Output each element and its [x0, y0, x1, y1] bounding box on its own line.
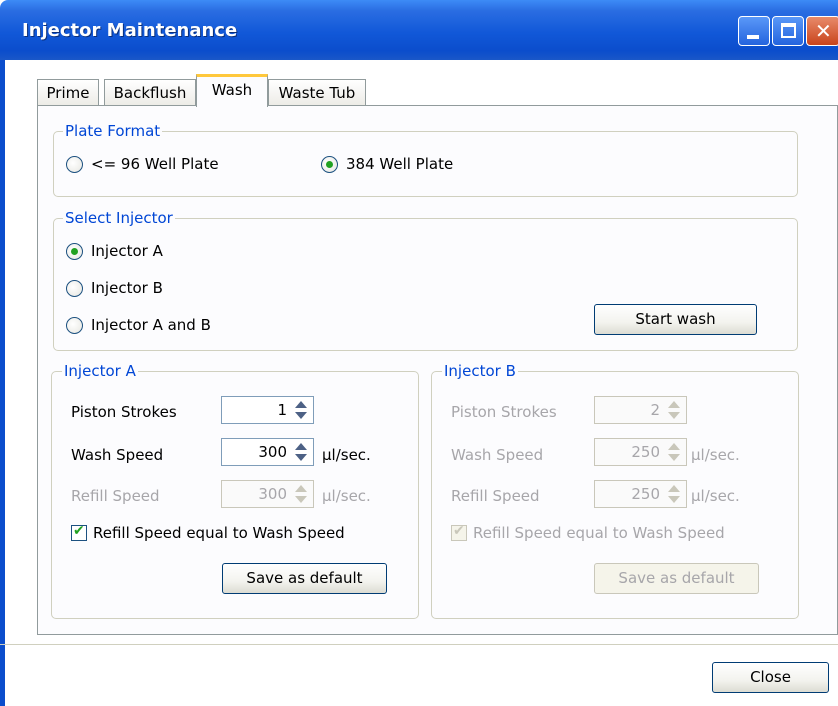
injector-b-refill-speed-value: 250 [631, 485, 660, 503]
injector-a-refill-equal-checkbox[interactable]: Refill Speed equal to Wash Speed [71, 523, 345, 542]
spin-arrows-icon[interactable] [292, 399, 310, 421]
footer-divider [0, 644, 838, 646]
injector-a-save-default-button[interactable]: Save as default [222, 563, 387, 594]
wash-tab-panel: Plate Format <= 96 Well Plate 384 Well P… [37, 105, 838, 635]
radio-injector-a-and-b-label: Injector A and B [91, 316, 211, 334]
close-icon: ✕ [815, 19, 832, 43]
radio-injector-a-label: Injector A [91, 242, 163, 260]
injector-b-refill-speed-stepper: 250 [594, 480, 687, 508]
tab-waste-tub[interactable]: Waste Tub [268, 79, 366, 106]
injector-b-refill-equal-checkbox: Refill Speed equal to Wash Speed [451, 523, 725, 542]
injector-a-label: Injector A [62, 362, 138, 380]
minimize-button[interactable] [738, 16, 770, 46]
radio-96-well-plate-circle[interactable] [66, 155, 83, 173]
injector-b-piston-strokes-stepper: 2 [594, 396, 687, 424]
maximize-button[interactable] [772, 16, 804, 46]
injector-a-refill-equal-box[interactable] [71, 523, 87, 541]
injector-maintenance-window: Injector Maintenance ✕ Prime Backflush W… [0, 0, 838, 706]
injector-b-refill-equal-box [451, 523, 467, 541]
window-title: Injector Maintenance [22, 20, 238, 41]
injector-b-wash-speed-unit: µl/sec. [691, 446, 740, 464]
tab-wash[interactable]: Wash [196, 74, 268, 107]
spin-arrows-icon [665, 399, 683, 421]
radio-96-well-plate-label: <= 96 Well Plate [91, 155, 219, 173]
radio-injector-b[interactable]: Injector B [66, 279, 163, 297]
injector-a-refill-speed-label: Refill Speed [71, 487, 160, 505]
close-button[interactable]: Close [712, 662, 829, 693]
injector-a-refill-speed-unit: µl/sec. [322, 487, 371, 505]
spin-arrows-icon [665, 483, 683, 505]
injector-a-refill-speed-value: 300 [258, 485, 287, 503]
radio-injector-a-and-b[interactable]: Injector A and B [66, 316, 211, 334]
radio-384-well-plate-circle[interactable] [321, 155, 338, 173]
injector-a-piston-strokes-stepper[interactable]: 1 [221, 396, 314, 424]
injector-b-refill-speed-unit: µl/sec. [691, 487, 740, 505]
injector-b-wash-speed-stepper: 250 [594, 438, 687, 466]
close-window-button[interactable]: ✕ [806, 16, 838, 46]
tab-prime[interactable]: Prime [37, 79, 99, 106]
radio-injector-b-circle[interactable] [66, 279, 83, 297]
window-frame-left [0, 60, 5, 706]
maximize-icon [781, 23, 796, 38]
select-injector-label: Select Injector [63, 209, 175, 227]
injector-b-wash-speed-label: Wash Speed [451, 446, 544, 464]
spin-arrows-icon [665, 441, 683, 463]
injector-b-wash-speed-value: 250 [631, 443, 660, 461]
start-wash-button[interactable]: Start wash [594, 304, 757, 335]
injector-a-piston-strokes-label: Piston Strokes [71, 403, 177, 421]
injector-a-wash-speed-stepper[interactable]: 300 [221, 438, 314, 466]
tab-backflush[interactable]: Backflush [104, 79, 196, 106]
radio-injector-b-label: Injector B [91, 279, 163, 297]
spin-arrows-icon [292, 483, 310, 505]
injector-b-piston-strokes-label: Piston Strokes [451, 403, 557, 421]
injector-b-refill-equal-label: Refill Speed equal to Wash Speed [473, 524, 725, 542]
title-bar[interactable]: Injector Maintenance ✕ [0, 0, 838, 60]
radio-injector-a-and-b-circle[interactable] [66, 316, 83, 334]
injector-a-refill-equal-label: Refill Speed equal to Wash Speed [93, 524, 345, 542]
injector-a-wash-speed-label: Wash Speed [71, 446, 164, 464]
radio-384-well-plate-label: 384 Well Plate [346, 155, 454, 173]
radio-injector-a[interactable]: Injector A [66, 242, 163, 260]
injector-b-refill-speed-label: Refill Speed [451, 487, 540, 505]
radio-384-well-plate[interactable]: 384 Well Plate [321, 155, 453, 173]
injector-b-piston-strokes-value: 2 [650, 401, 660, 419]
radio-96-well-plate[interactable]: <= 96 Well Plate [66, 155, 219, 173]
injector-b-save-default-button: Save as default [594, 563, 759, 594]
plate-format-label: Plate Format [63, 122, 163, 140]
injector-b-label: Injector B [442, 362, 518, 380]
injector-a-refill-speed-stepper: 300 [221, 480, 314, 508]
minimize-icon [747, 35, 759, 39]
injector-a-piston-strokes-value: 1 [277, 401, 287, 419]
spin-arrows-icon[interactable] [292, 441, 310, 463]
radio-injector-a-circle[interactable] [66, 242, 83, 260]
injector-a-wash-speed-unit: µl/sec. [322, 446, 371, 464]
injector-a-wash-speed-value: 300 [258, 443, 287, 461]
